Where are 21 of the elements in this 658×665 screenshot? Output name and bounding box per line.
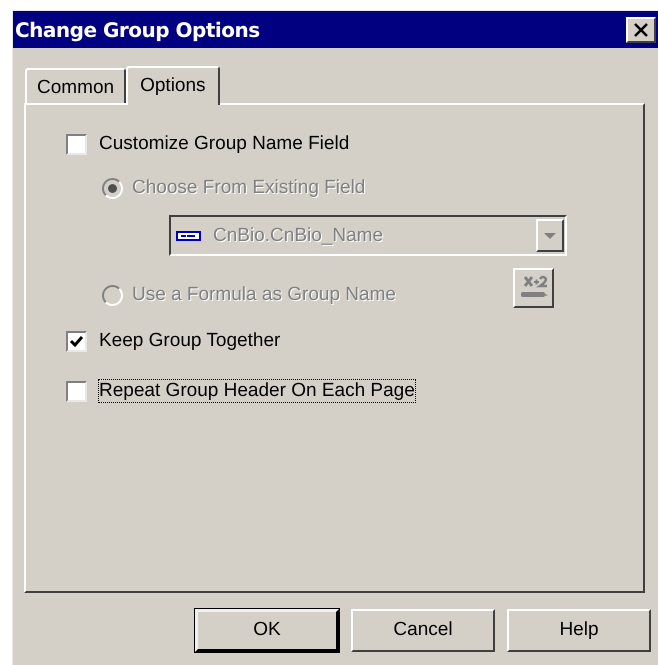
option-label: Repeat Group Header On Each Page bbox=[99, 380, 415, 402]
window-title: Change Group Options bbox=[15, 16, 260, 44]
field-icon bbox=[176, 230, 201, 240]
close-icon bbox=[634, 22, 648, 36]
option-label: CnBio.CnBio_Name bbox=[213, 224, 384, 246]
tab[interactable]: Common bbox=[25, 68, 126, 103]
option-label: Customize Group Name Field bbox=[99, 133, 350, 155]
option-label: Keep Group Together bbox=[99, 330, 280, 352]
tab[interactable]: Options bbox=[126, 66, 220, 105]
checkmark-icon bbox=[70, 336, 83, 346]
formula-button[interactable] bbox=[513, 268, 554, 308]
dialog-button[interactable]: OK bbox=[195, 609, 339, 652]
dialog-button[interactable]: Cancel bbox=[351, 609, 495, 652]
dialog-button[interactable]: Help bbox=[507, 609, 651, 652]
checkbox[interactable] bbox=[66, 380, 87, 402]
caret-icon bbox=[544, 232, 556, 238]
checkbox[interactable] bbox=[66, 134, 87, 154]
option-label: Use a Formula as Group Name bbox=[132, 284, 396, 306]
checkbox[interactable] bbox=[66, 330, 87, 352]
close-button[interactable] bbox=[626, 16, 656, 42]
option-label: Choose From Existing Field bbox=[132, 177, 366, 199]
